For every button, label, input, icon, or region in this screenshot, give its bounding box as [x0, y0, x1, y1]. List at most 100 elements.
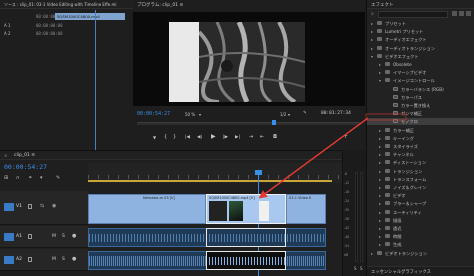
track-name-a2[interactable]: A2: [16, 257, 22, 262]
marker-button[interactable]: ▼: [153, 135, 156, 141]
mark-in-button[interactable]: {: [164, 134, 167, 140]
disclosure-triangle-icon[interactable]: ▸: [371, 21, 373, 26]
disclosure-triangle-icon[interactable]: ▸: [371, 37, 373, 42]
voiceover-icon[interactable]: ●: [72, 233, 76, 239]
step-back-button[interactable]: ◀|: [197, 135, 202, 141]
lift-button[interactable]: ⇥: [249, 134, 253, 140]
effects-tree-item[interactable]: ▸ Obsolete: [367, 61, 474, 68]
disclosure-triangle-icon[interactable]: ▸: [379, 136, 381, 141]
effects-tree-item[interactable]: ▸ ディストーション: [367, 159, 474, 166]
disclosure-triangle-icon[interactable]: ▸: [379, 169, 381, 174]
sync-lock-icon[interactable]: ⇆: [40, 203, 44, 209]
track-target-v1[interactable]: [4, 203, 14, 211]
track-target-a2[interactable]: [4, 256, 14, 264]
disclosure-triangle-icon[interactable]: ▸: [379, 152, 381, 157]
video-clip-1[interactable]: Nernasia.m 03 [V]: [88, 194, 206, 224]
work-area-bar[interactable]: [88, 180, 332, 182]
source-panel-title[interactable]: ソース : clip_01: 03-1 Video Editing with T…: [4, 2, 116, 8]
disclosure-triangle-icon[interactable]: ▸: [371, 46, 373, 51]
timeline-tab-label[interactable]: clip_01 ≡: [14, 153, 35, 158]
program-scrub-bar[interactable]: [137, 122, 361, 125]
effects-tree-item[interactable]: ▸ Lumetri プリセット: [367, 28, 474, 35]
disclosure-triangle-icon[interactable]: ▸: [379, 226, 381, 231]
resolution-dropdown-icon[interactable]: ▾: [288, 112, 290, 117]
solo-left-button[interactable]: S: [354, 266, 357, 271]
effects-tree-item[interactable]: ▸ ビデオ: [367, 192, 474, 199]
mute-button[interactable]: M: [52, 257, 56, 262]
disclosure-triangle-icon[interactable]: ▸: [379, 62, 381, 67]
effects-tree-item[interactable]: ▸ 描画: [367, 217, 474, 224]
lock-icon[interactable]: [28, 257, 32, 262]
timeline-close-icon[interactable]: ×: [4, 153, 7, 158]
mute-button[interactable]: M: [52, 234, 56, 239]
video-clip-3[interactable]: 03-1 Video E: [286, 194, 326, 224]
program-monitor-title[interactable]: プログラム: clip_01 ≡: [137, 2, 183, 8]
disclosure-triangle-icon[interactable]: ▸: [379, 185, 381, 190]
go-to-in-button[interactable]: |◀: [185, 135, 190, 141]
effects-tree-item[interactable]: ▸ トランジション: [367, 168, 474, 175]
add-marker-icon[interactable]: ▾: [40, 175, 43, 181]
disclosure-triangle-icon[interactable]: ▸: [379, 177, 381, 182]
disclosure-triangle-icon[interactable]: ▸: [371, 29, 373, 34]
zoom-dropdown-icon[interactable]: ▾: [199, 112, 201, 117]
disclosure-triangle-icon[interactable]: ▸: [379, 193, 381, 198]
disclosure-triangle-icon[interactable]: ▸: [379, 234, 381, 239]
effects-search-input[interactable]: [378, 11, 448, 18]
effects-tree-item[interactable]: カラーパス: [367, 94, 474, 101]
effects-tree-item[interactable]: ▸ キーイング: [367, 135, 474, 142]
effects-tree-item[interactable]: ▸ オーディオエフェクト: [367, 36, 474, 43]
lock-icon[interactable]: [28, 204, 32, 209]
source-row-1[interactable]: A 1 00:00:00:00: [0, 22, 133, 29]
track-name-v1[interactable]: V1: [16, 204, 22, 209]
filter-icon-2[interactable]: [459, 11, 464, 16]
track-target-a1[interactable]: [4, 233, 14, 241]
effects-tree-item[interactable]: ▸ ノイズ＆グレイン: [367, 184, 474, 191]
mark-out-button[interactable]: }: [173, 134, 176, 140]
disclosure-triangle-icon[interactable]: ▸: [371, 251, 373, 256]
resolution-select[interactable]: 1/2: [280, 112, 286, 117]
effects-tree-item[interactable]: ▸ ビデオトランジション: [367, 250, 474, 257]
zoom-select[interactable]: 50 %: [185, 112, 195, 117]
effects-tree-item[interactable]: ▸ 遠近: [367, 225, 474, 232]
video-frame[interactable]: [133, 12, 365, 106]
disclosure-triangle-icon[interactable]: ▾: [379, 78, 381, 83]
video-clip-2[interactable]: SQSM1000C4800.mp4 [V]: [206, 194, 286, 224]
effects-tree-item[interactable]: ▸ チャンネル: [367, 151, 474, 158]
audio-clip-a2-selected[interactable]: [206, 251, 286, 270]
effects-tree-item[interactable]: ▸ プリセット: [367, 20, 474, 27]
effects-item-selected[interactable]: モノクロ: [367, 118, 474, 126]
effects-tree-item[interactable]: ▸ スタイライズ: [367, 143, 474, 150]
lock-icon[interactable]: [28, 234, 32, 239]
effects-tree-item[interactable]: ▸ カラー補正: [367, 127, 474, 134]
solo-button[interactable]: S: [62, 234, 65, 239]
effects-tree-item[interactable]: カラー置き換え: [367, 102, 474, 109]
timeline-ruler[interactable]: [88, 163, 342, 183]
effects-tree-item[interactable]: カラーバランス (RGB): [367, 86, 474, 93]
button-editor-icon[interactable]: +: [343, 134, 348, 140]
effects-tree-item[interactable]: ▸ オーディオトランジション: [367, 45, 474, 52]
disclosure-triangle-icon[interactable]: ▸: [379, 210, 381, 215]
track-name-a1[interactable]: A1: [16, 234, 22, 239]
eye-icon[interactable]: ◉: [52, 203, 56, 209]
filter-icon-1[interactable]: [452, 11, 457, 16]
go-to-out-button[interactable]: ▶|: [235, 135, 240, 141]
source-row-2[interactable]: A 2 00:00:00:00: [0, 30, 133, 37]
timeline-playhead-handle[interactable]: [255, 170, 262, 175]
effects-tree-item[interactable]: ▸ ユーティリティ: [367, 209, 474, 216]
effects-tree-item[interactable]: ▸ ブラー＆シャープ: [367, 200, 474, 207]
solo-right-button[interactable]: S: [360, 266, 363, 271]
effects-tree-item[interactable]: ガンマ補正: [367, 110, 474, 117]
camera-icon[interactable]: ◘: [273, 134, 277, 140]
filter-icon-3[interactable]: [466, 11, 471, 16]
extract-button[interactable]: ⇤: [260, 134, 264, 140]
voiceover-icon[interactable]: ●: [72, 256, 76, 262]
linked-selection-icon[interactable]: ⚭: [28, 175, 32, 181]
source-clip-chip[interactable]: SQSM1000C4800.mp4: [55, 13, 125, 20]
snap-icon[interactable]: ∩: [16, 175, 20, 181]
nest-icon[interactable]: ⊞: [4, 175, 8, 181]
source-row-0[interactable]: 00:00:00:00 SQSM1000C4800.mp4: [0, 13, 133, 20]
essential-graphics-tab[interactable]: エッセンシャルグラフィックス: [371, 269, 431, 275]
timeline-timecode[interactable]: 00:00:54:27: [4, 163, 47, 171]
audio-clip-a1-selected[interactable]: [206, 228, 286, 247]
wrench-icon[interactable]: ✎: [56, 175, 60, 181]
